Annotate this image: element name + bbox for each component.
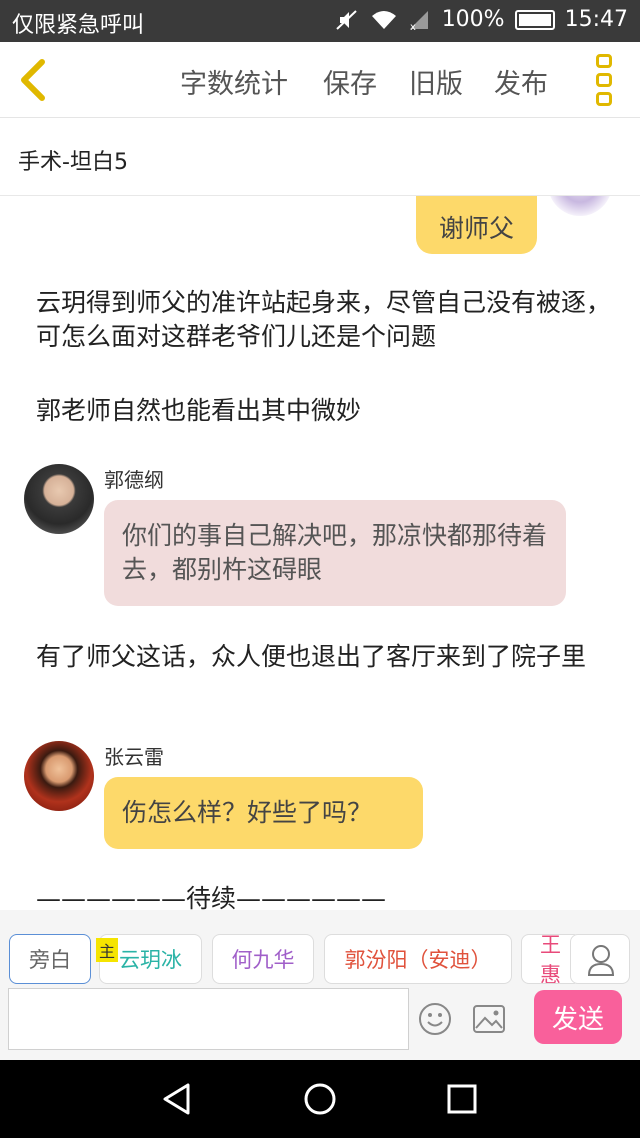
- status-bar: 仅限紧急呼叫 x 100% 15:47: [0, 0, 640, 42]
- image-button[interactable]: [472, 1004, 506, 1034]
- nav-home-icon[interactable]: [303, 1082, 337, 1116]
- clock: 15:47: [564, 7, 628, 32]
- publish-button[interactable]: 发布: [494, 62, 548, 101]
- avatar: [548, 196, 612, 216]
- narration-text: 有了师父这话，众人便也退出了客厅来到了院子里: [36, 642, 587, 671]
- battery-percent: 100%: [441, 7, 505, 32]
- character-chip-guofenyang[interactable]: 郭汾阳（安迪）: [324, 934, 512, 984]
- status-icons: x 100% 15:47: [334, 7, 628, 33]
- character-chip-narrator[interactable]: 旁白: [9, 934, 91, 984]
- word-count-button[interactable]: 字数统计: [180, 62, 288, 101]
- user-button[interactable]: [570, 934, 630, 984]
- nav-back-icon[interactable]: [160, 1082, 194, 1116]
- message-input[interactable]: [8, 988, 409, 1050]
- narration-text: 郭老师自然也能看出其中微妙: [36, 396, 362, 425]
- signal-icon: x: [406, 8, 432, 33]
- message-bubble: 你们的事自己解决吧，那凉快都那待着去，都别杵这碍眼: [104, 500, 566, 606]
- input-bar: 发送: [0, 988, 640, 1060]
- character-chip-hejiuhua[interactable]: 何九华: [212, 934, 314, 984]
- wifi-icon: [370, 8, 396, 32]
- character-selector: 旁白 云玥冰 主 何九华 郭汾阳（安迪） 王惠: [0, 910, 640, 988]
- save-button[interactable]: 保存: [323, 62, 377, 101]
- back-chevron-icon: [21, 59, 45, 101]
- speaker-name: 张云雷: [104, 745, 164, 769]
- send-button[interactable]: 发送: [534, 990, 622, 1044]
- narration-text: 云玥得到师父的准许站起身来，尽管自己没有被逐，可怎么面对这群老爷们儿还是个问题: [36, 288, 612, 351]
- system-nav-bar: [0, 1060, 640, 1138]
- emoji-button[interactable]: [418, 1002, 452, 1036]
- host-badge: 主: [96, 938, 118, 962]
- old-version-button[interactable]: 旧版: [409, 62, 463, 101]
- editor-toolbar: 字数统计 保存 旧版 发布: [0, 42, 640, 118]
- speaker-name: 郭德纲: [104, 468, 164, 492]
- back-button[interactable]: [14, 58, 54, 102]
- chapter-title-bar[interactable]: 手术-坦白5: [0, 118, 640, 196]
- message-bubble-self: 谢师父: [416, 196, 537, 254]
- battery-icon: [514, 9, 555, 30]
- avatar[interactable]: [24, 741, 94, 811]
- more-icon[interactable]: [592, 54, 616, 106]
- message-bubble: 伤怎么样？好些了吗？: [104, 777, 423, 849]
- image-icon: [473, 1005, 505, 1033]
- svg-text:x: x: [410, 22, 416, 32]
- carrier-text: 仅限紧急呼叫: [12, 13, 145, 38]
- user-icon: [587, 945, 615, 976]
- to-be-continued-text: ——————待续——————: [36, 884, 387, 910]
- mute-icon: [334, 8, 360, 32]
- avatar[interactable]: [24, 464, 94, 534]
- story-content[interactable]: 谢师父 云玥得到师父的准许站起身来，尽管自己没有被逐，可怎么面对这群老爷们儿还是…: [0, 196, 640, 910]
- chapter-title: 手术-坦白5: [18, 150, 128, 175]
- nav-recent-icon[interactable]: [445, 1082, 479, 1116]
- emoji-icon: [419, 1003, 451, 1035]
